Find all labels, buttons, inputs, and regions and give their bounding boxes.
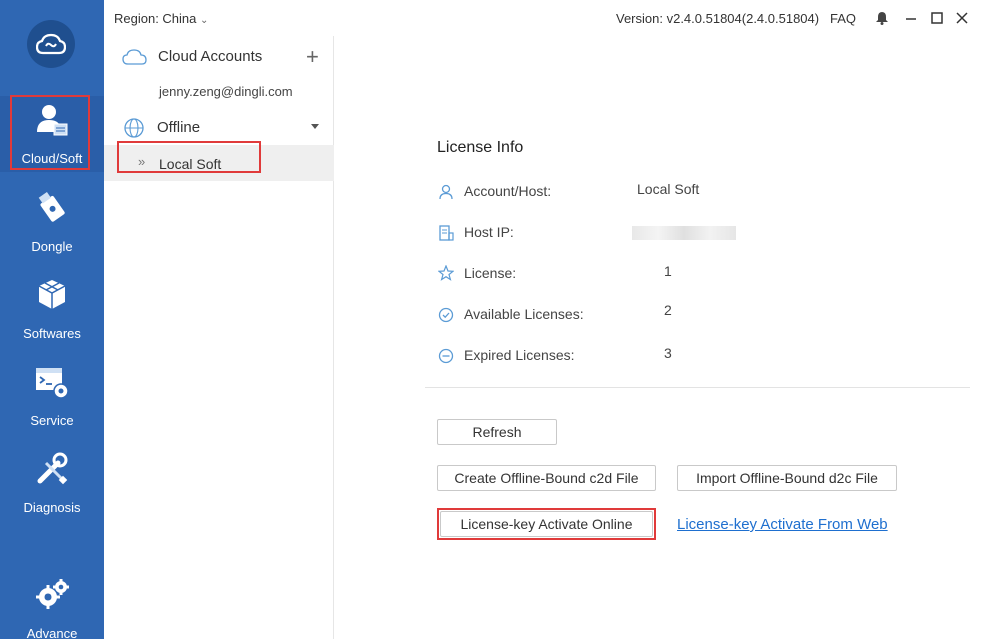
- terminal-gear-icon: [36, 368, 69, 399]
- cloud-icon: [122, 49, 147, 65]
- create-c2d-button[interactable]: Create Offline-Bound c2d File: [437, 465, 656, 491]
- tree-label: Local Soft: [159, 156, 222, 172]
- nav-item-softwares[interactable]: Softwares: [0, 271, 104, 347]
- tree-item-account[interactable]: jenny.zeng@dingli.com: [104, 82, 334, 106]
- caret-down-icon[interactable]: [311, 124, 319, 129]
- host-icon: [439, 225, 454, 241]
- faq-link[interactable]: FAQ: [830, 11, 856, 26]
- cubes-icon: [38, 280, 66, 309]
- refresh-button[interactable]: Refresh: [437, 419, 557, 445]
- tree-label: Cloud Accounts: [158, 48, 263, 65]
- double-chevron-right-icon: »: [138, 154, 146, 169]
- cloud-logo-icon: [27, 20, 75, 68]
- version-label: Version: v2.4.0.51804(2.4.0.51804): [616, 11, 820, 26]
- check-circle-icon: [438, 307, 454, 323]
- bell-icon[interactable]: [875, 11, 889, 25]
- user-card-icon: [37, 105, 68, 136]
- nav-item-diagnosis[interactable]: Diagnosis: [0, 445, 104, 521]
- region-selector[interactable]: Region: China ⌄: [114, 11, 208, 26]
- minus-circle-icon: [438, 348, 454, 364]
- gears-icon: [36, 579, 69, 609]
- tree-label: Offline: [157, 119, 201, 136]
- host-ip-label: Host IP:: [464, 224, 514, 240]
- activate-from-web-link[interactable]: License-key Activate From Web: [677, 516, 888, 533]
- nav-item-service[interactable]: Service: [0, 358, 104, 434]
- host-ip-value-redacted: [632, 226, 736, 240]
- nav-label: Dongle: [31, 239, 73, 254]
- minimize-icon[interactable]: [904, 11, 918, 25]
- divider: [425, 387, 970, 388]
- user-icon: [439, 184, 453, 200]
- nav-item-dongle[interactable]: Dongle: [0, 184, 104, 260]
- nav-label: Advance: [26, 626, 78, 639]
- nav-item-advance[interactable]: Advance: [0, 571, 104, 639]
- tree-item-offline[interactable]: Offline: [104, 116, 334, 140]
- close-icon[interactable]: [955, 11, 969, 25]
- account-host-label: Account/Host:: [464, 183, 552, 199]
- usb-dongle-icon: [38, 192, 65, 222]
- nav-label: Diagnosis: [23, 500, 81, 515]
- expired-licenses-value: 3: [664, 345, 672, 361]
- license-value: 1: [664, 263, 672, 279]
- account-email: jenny.zeng@dingli.com: [159, 84, 293, 99]
- left-nav: Cloud/Soft Dongle Softwares Service Diag…: [0, 0, 104, 639]
- import-d2c-button[interactable]: Import Offline-Bound d2c File: [677, 465, 897, 491]
- nav-label: Service: [30, 413, 74, 428]
- account-host-value: Local Soft: [637, 181, 700, 197]
- available-licenses-label: Available Licenses:: [464, 306, 584, 322]
- add-account-button[interactable]: +: [306, 44, 319, 70]
- account-tree: Cloud Accounts + jenny.zeng@dingli.com O…: [104, 36, 334, 639]
- license-label: License:: [464, 265, 517, 281]
- tree-item-local-soft[interactable]: » Local Soft: [104, 145, 334, 181]
- top-bar: Region: China ⌄ Version: v2.4.0.51804(2.…: [104, 0, 985, 36]
- nav-item-cloud-soft[interactable]: Cloud/Soft: [0, 96, 104, 172]
- app-window: Cloud/Soft Dongle Softwares Service Diag…: [0, 0, 985, 639]
- globe-icon: [124, 118, 144, 138]
- tools-icon: [37, 452, 68, 485]
- activate-online-button[interactable]: License-key Activate Online: [440, 511, 653, 537]
- expired-licenses-label: Expired Licenses:: [464, 347, 575, 363]
- nav-label: Softwares: [23, 326, 81, 341]
- star-icon: [438, 265, 454, 281]
- license-info-title: License Info: [437, 139, 524, 156]
- maximize-icon[interactable]: [930, 11, 944, 25]
- chevron-down-icon: ⌄: [200, 15, 209, 26]
- nav-label: Cloud/Soft: [21, 151, 83, 166]
- tree-item-cloud-accounts[interactable]: Cloud Accounts +: [104, 44, 334, 72]
- available-licenses-value: 2: [664, 302, 672, 318]
